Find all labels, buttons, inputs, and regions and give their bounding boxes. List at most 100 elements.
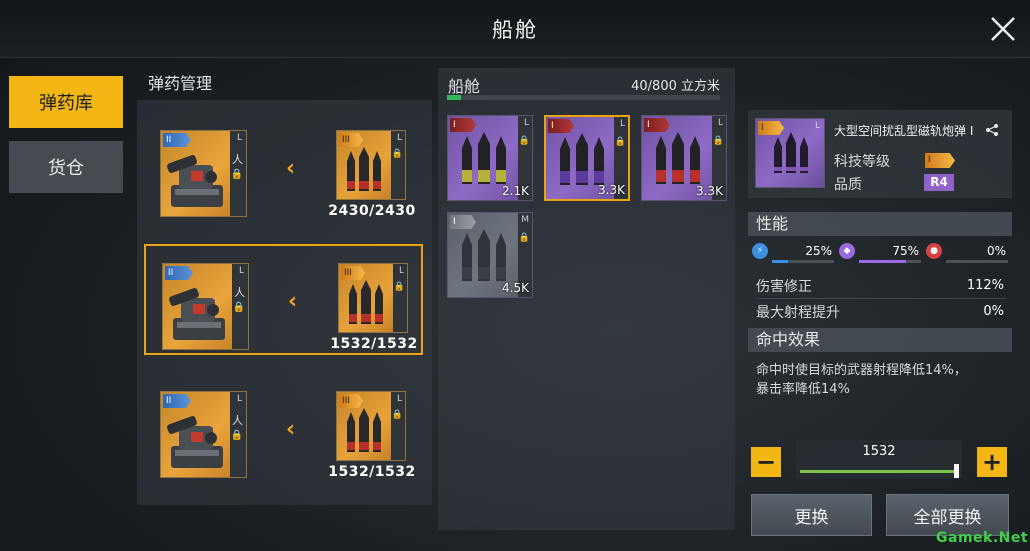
cabin-item[interactable]: I L 🔒 2.1K bbox=[447, 115, 533, 201]
quantity-slider-track bbox=[800, 470, 956, 473]
damage-mod-label: 伤害修正 bbox=[756, 279, 812, 295]
ammo-slot-3[interactable]: II L 人 🔒 ‹ III L 🔒 1532/1532 bbox=[144, 374, 423, 485]
share-icon bbox=[986, 124, 998, 136]
lightning-icon: ⚡ bbox=[752, 243, 768, 259]
ammo-shell-icon bbox=[349, 280, 383, 324]
hit-effect-text-2: 暴击率降低14% bbox=[756, 382, 850, 397]
ammo-count: 1532/1532 bbox=[330, 336, 418, 352]
railgun-turret-icon bbox=[167, 416, 223, 468]
tab-ammo-depot[interactable]: 弹药库 bbox=[9, 76, 123, 128]
lock-icon: 🔒 bbox=[614, 137, 626, 147]
item-size-letter: L bbox=[523, 118, 529, 128]
cabin-item[interactable]: I M 🔒 4.5K bbox=[447, 212, 533, 298]
cabin-title: 船舱 bbox=[448, 77, 481, 96]
page-title: 船舱 bbox=[492, 18, 538, 42]
detail-item-icon: I L bbox=[755, 118, 825, 188]
stat-bar bbox=[772, 260, 834, 263]
item-quantity: 4.5K bbox=[502, 281, 529, 295]
damage-stat: ◆ 75% bbox=[839, 243, 921, 265]
loaded-ammo-card[interactable]: III L 🔒 bbox=[338, 263, 408, 333]
weapon-size-letter: L bbox=[236, 394, 242, 404]
ammo-count: 2430/2430 bbox=[328, 203, 416, 219]
ammo-slot-1[interactable]: II L 人 🔒 ‹ III L 🔒 2430/2430 bbox=[144, 113, 423, 224]
damage-stat: ● 0% bbox=[926, 243, 1008, 265]
ammo-size-letter: L bbox=[398, 266, 404, 276]
ammo-size-letter: L bbox=[396, 394, 402, 404]
lock-icon: 🔒 bbox=[518, 136, 530, 146]
item-quantity: 2.1K bbox=[502, 184, 529, 198]
lock-icon: 🔒 bbox=[391, 149, 403, 159]
railgun-turret-icon bbox=[169, 288, 225, 340]
increase-button[interactable]: + bbox=[977, 447, 1007, 477]
crystal-icon: ◆ bbox=[839, 243, 855, 259]
lock-icon: 🔒 bbox=[232, 302, 245, 313]
decrease-button[interactable]: − bbox=[751, 447, 781, 477]
ammo-slot-2[interactable]: II L 人 🔒 ‹ III L 🔒 1532/1532 bbox=[144, 244, 423, 355]
cabin-capacity: 40/800 立方米 bbox=[631, 79, 720, 94]
crew-icon: 人 bbox=[232, 414, 243, 427]
detail-item-name: 大型空间扰乱型磁轨炮弹 I bbox=[834, 124, 974, 138]
crew-icon: 人 bbox=[234, 286, 245, 299]
close-button[interactable] bbox=[984, 10, 1022, 48]
range-value: 0% bbox=[983, 304, 1004, 319]
ammo-size-letter: L bbox=[396, 133, 402, 143]
item-size-letter: L bbox=[717, 118, 723, 128]
weapon-card: II L 人 🔒 bbox=[160, 391, 247, 478]
item-size-letter: M bbox=[521, 215, 529, 225]
item-size-letter: L bbox=[619, 119, 625, 129]
watermark-text: Gamek.Net bbox=[936, 530, 1029, 546]
stat-bar bbox=[946, 260, 1008, 263]
railgun-turret-icon bbox=[167, 155, 223, 207]
load-arrow-icon: ‹ bbox=[286, 417, 296, 442]
hit-effect-header: 命中效果 bbox=[748, 328, 1012, 352]
damage-stat: ⚡ 25% bbox=[752, 243, 834, 265]
divider bbox=[756, 298, 1006, 299]
replace-button[interactable]: 更换 bbox=[751, 494, 872, 536]
cabin-item[interactable]: I L 🔒 3.3K bbox=[544, 115, 630, 201]
load-arrow-icon: ‹ bbox=[288, 289, 298, 314]
ammo-shell-icon bbox=[774, 132, 808, 173]
weapon-card: II L 人 🔒 bbox=[160, 130, 247, 217]
capacity-bar-fill bbox=[447, 95, 461, 100]
lock-icon: 🔒 bbox=[230, 430, 243, 441]
range-label: 最大射程提升 bbox=[756, 305, 840, 321]
quantity-field[interactable]: 1532 bbox=[796, 440, 962, 478]
lock-icon: 🔒 bbox=[391, 410, 403, 420]
crew-icon: 人 bbox=[232, 153, 243, 166]
loaded-ammo-card[interactable]: III L 🔒 bbox=[336, 391, 406, 461]
loaded-ammo-card[interactable]: III L 🔒 bbox=[336, 130, 406, 200]
performance-header: 性能 bbox=[748, 212, 1012, 236]
quantity-slider-handle[interactable] bbox=[954, 464, 959, 478]
quality-badge: R4 bbox=[924, 174, 954, 191]
stat-value: 25% bbox=[805, 244, 832, 258]
lock-icon: 🔒 bbox=[518, 233, 530, 243]
weapon-size-letter: L bbox=[236, 133, 242, 143]
item-quantity: 3.3K bbox=[696, 184, 723, 198]
load-arrow-icon: ‹ bbox=[286, 156, 296, 181]
cabin-item[interactable]: I L 🔒 3.3K bbox=[641, 115, 727, 201]
lock-icon: 🔒 bbox=[712, 136, 724, 146]
detail-item-card: I L bbox=[755, 118, 825, 188]
stat-value: 0% bbox=[986, 244, 1006, 258]
share-button[interactable] bbox=[985, 122, 999, 136]
damage-mod-value: 112% bbox=[966, 278, 1004, 293]
ammo-shell-icon bbox=[347, 147, 381, 191]
item-quantity: 3.3K bbox=[598, 183, 625, 197]
fire-icon: ● bbox=[926, 243, 942, 259]
stat-bar bbox=[859, 260, 921, 263]
ammo-management-title: 弹药管理 bbox=[148, 74, 213, 93]
weapon-card: II L 人 🔒 bbox=[162, 263, 249, 350]
tech-level-badge: I bbox=[925, 153, 955, 168]
ammo-count: 1532/1532 bbox=[328, 464, 416, 480]
capacity-bar bbox=[447, 95, 720, 100]
stat-bar-fill bbox=[859, 260, 906, 263]
lock-icon: 🔒 bbox=[230, 169, 243, 180]
tech-level-label: 科技等级 bbox=[834, 154, 890, 170]
stat-value: 75% bbox=[892, 244, 919, 258]
tab-cargo-hold[interactable]: 货仓 bbox=[9, 141, 123, 193]
close-icon bbox=[991, 17, 1015, 41]
weapon-size-letter: L bbox=[238, 266, 244, 276]
quantity-value: 1532 bbox=[862, 444, 896, 459]
stat-bar-fill bbox=[772, 260, 788, 263]
hit-effect-text-1: 命中时使目标的武器射程降低14%， bbox=[756, 363, 967, 378]
